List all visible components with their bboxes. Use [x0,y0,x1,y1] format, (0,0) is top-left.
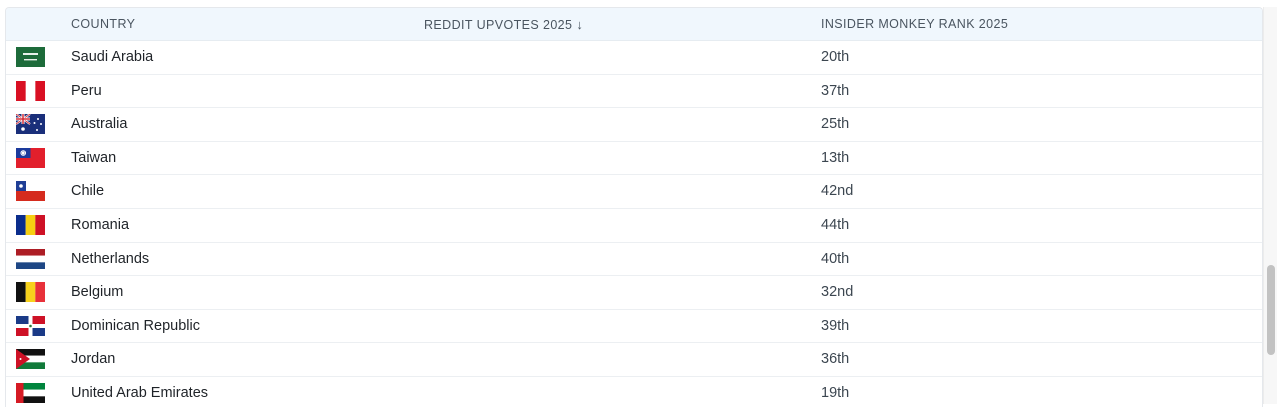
table-row[interactable]: Taiwan 13th [6,141,1262,176]
table-row[interactable]: Chile 42nd [6,175,1262,209]
table-row[interactable]: United Arab Emirates 19th [6,377,1262,407]
table-row[interactable]: Saudi Arabia 20th [6,41,1262,75]
belgium-flag-icon [16,282,45,303]
australia-flag-icon [16,114,45,135]
peru-flag-icon [16,80,45,101]
chile-flag-icon [16,181,45,202]
country-cell: Jordan [71,351,116,368]
country-cell: United Arab Emirates [71,385,209,401]
united-arab-emirates-flag-icon [16,383,45,403]
taiwan-flag-icon [16,147,45,168]
country-cell: Taiwan [71,149,117,166]
rank-cell: 20th [821,49,850,65]
dominican-republic-flag-icon [16,315,45,336]
jordan-flag-icon [16,349,45,370]
country-cell: Australia [71,116,128,133]
rank-cell: 42nd [821,183,854,200]
table-row[interactable]: Dominican Republic 39th [6,309,1262,344]
sort-descending-icon: ↓ [576,17,584,32]
table-row[interactable]: Netherlands 40th [6,242,1262,277]
column-header-reddit-upvotes[interactable]: REDDIT UPVOTES 2025 ↓ [424,8,583,41]
column-header-country[interactable]: COUNTRY [71,8,135,41]
table-row[interactable]: Romania 44th [6,209,1262,243]
data-table: COUNTRY REDDIT UPVOTES 2025 ↓ INSIDER MON… [5,7,1263,407]
table-header: COUNTRY REDDIT UPVOTES 2025 ↓ INSIDER MON… [6,8,1262,41]
netherlands-flag-icon [16,248,45,269]
country-cell: Dominican Republic [71,317,200,334]
rank-cell: 36th [821,351,850,368]
table-row[interactable]: Australia 25th [6,108,1262,142]
country-cell: Netherlands [71,250,150,267]
romania-flag-icon [16,215,45,235]
rank-cell: 13th [821,149,850,166]
rank-cell: 32nd [821,284,854,301]
table-row[interactable]: Belgium 32nd [6,276,1262,310]
country-cell: Chile [71,183,105,200]
rank-cell: 39th [821,317,850,334]
scrollbar-thumb[interactable] [1267,265,1275,355]
table-row[interactable]: Peru 37th [6,74,1262,109]
rank-cell: 25th [821,116,850,133]
rank-cell: 44th [821,217,850,233]
country-cell: Belgium [71,284,124,301]
saudi-arabia-flag-icon [16,47,45,67]
country-cell: Peru [71,82,102,99]
table-row[interactable]: Jordan 36th [6,343,1262,377]
rank-cell: 37th [821,82,850,99]
column-header-label: REDDIT UPVOTES 2025 [424,18,573,32]
country-cell: Romania [71,217,130,233]
rank-cell: 19th [821,385,850,401]
vertical-scrollbar[interactable] [1263,7,1277,404]
column-header-insider-monkey-rank[interactable]: INSIDER MONKEY RANK 2025 [821,8,1008,41]
rank-cell: 40th [821,250,850,267]
country-cell: Saudi Arabia [71,49,154,65]
